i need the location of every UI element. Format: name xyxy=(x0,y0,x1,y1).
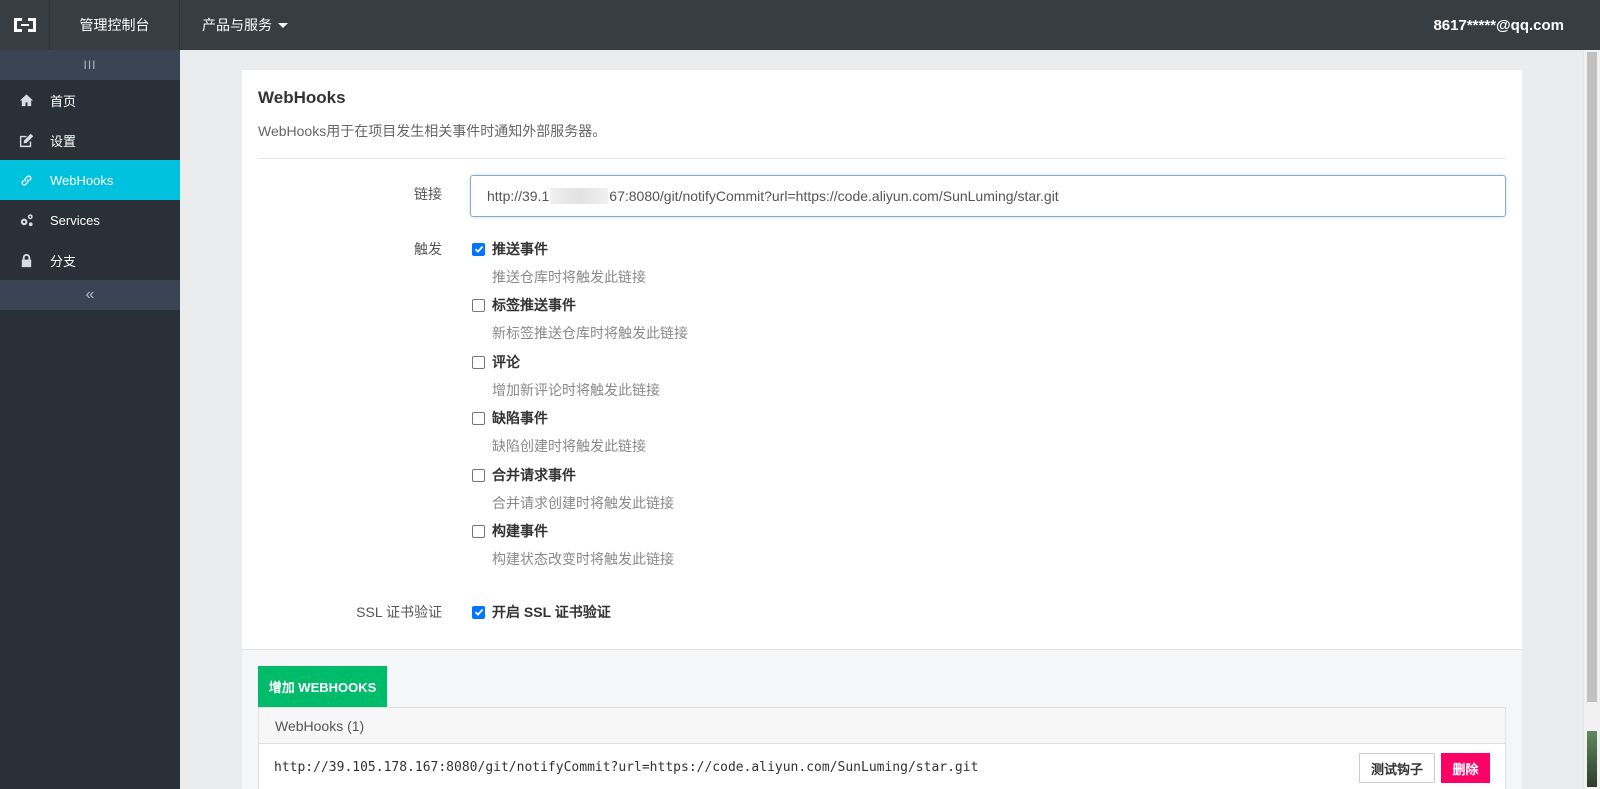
page-scrollbar[interactable] xyxy=(1583,50,1600,789)
page-title: WebHooks xyxy=(258,88,346,107)
redacted-blur xyxy=(550,188,609,204)
trigger-title: 标签推送事件 xyxy=(492,297,576,313)
delete-hook-button[interactable]: 删除 xyxy=(1441,753,1490,783)
sidebar-item-webhooks[interactable]: WebHooks xyxy=(0,160,180,200)
url-input[interactable]: http://39.1 67:8080/git/notifyCommit?url=… xyxy=(470,175,1506,217)
products-services-menu[interactable]: 产品与服务 xyxy=(180,0,288,50)
sidebar-item-label: 首页 xyxy=(50,93,77,109)
ssl-option-label: 开启 SSL 证书验证 xyxy=(492,604,611,620)
trigger-hint: 缺陷创建时将触发此链接 xyxy=(492,438,646,454)
sidebar-item-settings[interactable]: 设置 xyxy=(0,120,180,160)
sidebar-item-label: 分支 xyxy=(50,253,77,269)
scrollbar-thumb[interactable] xyxy=(1587,52,1597,702)
sidebar-toggle[interactable]: III xyxy=(0,50,180,80)
checkbox-push[interactable] xyxy=(472,242,485,256)
trigger-comment: 评论 增加新评论时将触发此链接 xyxy=(472,352,660,400)
user-account[interactable]: 8617*****@qq.com xyxy=(1433,0,1564,50)
trigger-title: 缺陷事件 xyxy=(492,410,548,426)
trigger-title: 推送事件 xyxy=(492,241,548,257)
sidebar-item-label: WebHooks xyxy=(50,172,114,188)
trigger-title: 评论 xyxy=(492,354,520,370)
lock-icon xyxy=(18,252,34,268)
checkbox-ssl[interactable] xyxy=(472,605,485,619)
caret-down-icon xyxy=(278,22,288,28)
link-icon xyxy=(18,172,34,188)
top-navbar: 管理控制台 产品与服务 8617*****@qq.com xyxy=(0,0,1600,50)
add-webhooks-button[interactable]: 增加 WEBHOOKS xyxy=(258,666,387,707)
trigger-push: 推送事件 推送仓库时将触发此链接 xyxy=(472,239,646,287)
checkbox-comment[interactable] xyxy=(472,355,485,369)
gauge-widget xyxy=(1587,731,1597,787)
trigger-label: 触发 xyxy=(414,241,442,257)
trigger-hint: 新标签推送仓库时将触发此链接 xyxy=(492,325,688,341)
test-hook-button[interactable]: 测试钩子 xyxy=(1359,753,1435,783)
sidebar-item-label: 设置 xyxy=(50,133,77,149)
description-prefix: WebHooks xyxy=(258,123,327,139)
webhooks-list-title: WebHooks (1) xyxy=(259,708,1505,744)
ssl-option: 开启 SSL 证书验证 xyxy=(472,602,611,622)
trigger-hint: 合并请求创建时将触发此链接 xyxy=(492,495,674,511)
checkbox-merge-request[interactable] xyxy=(472,468,485,482)
trigger-merge-request: 合并请求事件 合并请求创建时将触发此链接 xyxy=(472,465,674,513)
webhooks-list-section: 增加 WEBHOOKS WebHooks (1) http://39.105.1… xyxy=(242,649,1522,789)
divider xyxy=(258,158,1506,159)
checkbox-issue[interactable] xyxy=(472,411,485,425)
webhooks-panel: WebHooks WebHooks用于在项目发生相关事件时通知外部服务器。 链接… xyxy=(242,70,1522,789)
aliyun-logo-icon xyxy=(13,18,36,32)
webhooks-list: WebHooks (1) http://39.105.178.167:8080/… xyxy=(258,707,1506,789)
trigger-hint: 推送仓库时将触发此链接 xyxy=(492,269,646,285)
sidebar-item-home[interactable]: 首页 xyxy=(0,80,180,120)
checkbox-tag-push[interactable] xyxy=(472,298,485,312)
ssl-label: SSL 证书验证 xyxy=(356,604,442,620)
products-services-label: 产品与服务 xyxy=(202,17,272,33)
sidebar-item-services[interactable]: Services xyxy=(0,200,180,240)
url-label: 链接 xyxy=(414,186,442,202)
gears-icon xyxy=(18,212,34,228)
checkbox-build[interactable] xyxy=(472,524,485,538)
page-description: WebHooks用于在项目发生相关事件时通知外部服务器。 xyxy=(258,121,606,141)
sidebar: III 首页 设置 WebHooks Services 分支 « xyxy=(0,50,180,789)
edit-icon xyxy=(18,132,34,148)
console-title[interactable]: 管理控制台 xyxy=(50,0,180,50)
trigger-issue: 缺陷事件 缺陷创建时将触发此链接 xyxy=(472,408,646,456)
url-value-end: 67:8080/git/notifyCommit?url=https://cod… xyxy=(609,188,1059,204)
sidebar-collapse-button[interactable]: « xyxy=(0,280,180,310)
home-icon xyxy=(18,92,34,108)
description-rest: 用于在项目发生相关事件时通知外部服务器。 xyxy=(326,123,607,139)
trigger-hint: 构建状态改变时将触发此链接 xyxy=(492,551,674,567)
trigger-hint: 增加新评论时将触发此链接 xyxy=(492,382,660,398)
sidebar-item-label: Services xyxy=(50,212,100,228)
trigger-build: 构建事件 构建状态改变时将触发此链接 xyxy=(472,521,674,569)
webhook-url: http://39.105.178.167:8080/git/notifyCom… xyxy=(274,759,979,775)
aliyun-logo[interactable] xyxy=(0,0,50,50)
sidebar-item-branches[interactable]: 分支 xyxy=(0,240,180,280)
trigger-tag-push: 标签推送事件 新标签推送仓库时将触发此链接 xyxy=(472,295,688,343)
table-row: http://39.105.178.167:8080/git/notifyCom… xyxy=(259,744,1505,789)
trigger-title: 合并请求事件 xyxy=(492,467,576,483)
trigger-title: 构建事件 xyxy=(492,523,548,539)
url-value-start: http://39.1 xyxy=(487,188,550,204)
